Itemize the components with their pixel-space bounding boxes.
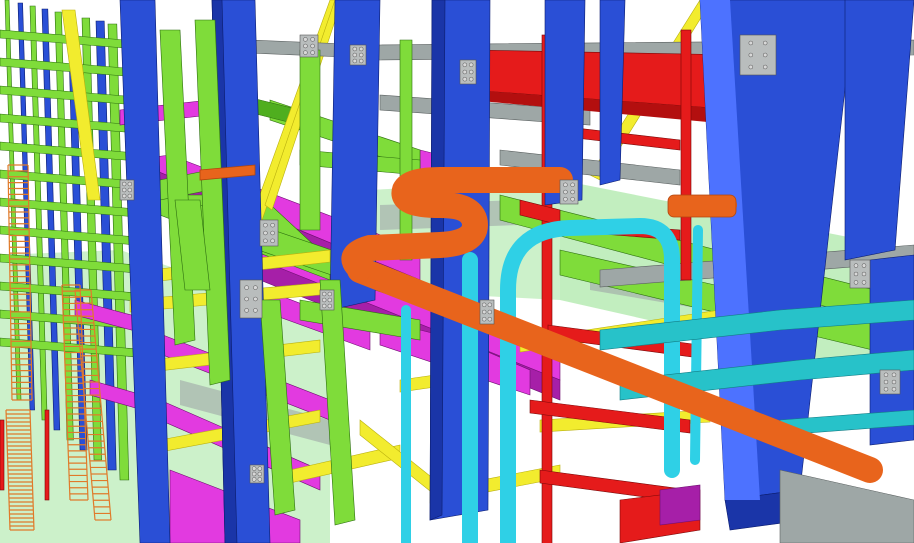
bolt [468, 76, 474, 82]
bolt [358, 52, 364, 58]
bolt [861, 280, 867, 285]
bolt [563, 189, 568, 195]
bolt [263, 230, 268, 236]
bolt [257, 466, 263, 471]
bolt [853, 271, 859, 277]
bolt [244, 308, 249, 313]
bolt [310, 37, 315, 42]
bolt [327, 303, 333, 309]
bolt [121, 193, 127, 199]
bolt [257, 477, 263, 482]
connection-plate [849, 259, 871, 289]
connection-plate [459, 59, 477, 85]
bolt [352, 58, 358, 64]
bolt [748, 40, 754, 46]
bolt [481, 302, 487, 308]
bolt [270, 238, 275, 244]
model-viewport[interactable] [0, 0, 914, 543]
bolt [883, 379, 889, 385]
connection-plate [259, 219, 279, 247]
bolt [303, 37, 308, 42]
bolt [251, 466, 257, 471]
bolt [263, 238, 268, 244]
bolt [481, 316, 487, 322]
bolt [468, 69, 474, 75]
bolt [462, 62, 468, 68]
bolt [327, 297, 333, 303]
bolt [310, 43, 315, 49]
bolt [563, 196, 568, 202]
bolt [352, 46, 358, 52]
bolt [891, 379, 897, 385]
bolt [321, 297, 327, 303]
bolt [327, 291, 333, 297]
bolt [487, 316, 493, 322]
bolt [762, 64, 768, 70]
bolt [303, 43, 308, 49]
bolt [253, 308, 258, 313]
bolt [352, 52, 358, 58]
bolt [251, 477, 257, 482]
bolt [127, 193, 133, 199]
bolt [257, 471, 263, 477]
bolt [468, 62, 474, 68]
bolt [270, 230, 275, 236]
bolt [748, 52, 754, 58]
bolt [253, 296, 258, 302]
bolt [748, 64, 754, 70]
bolt [263, 222, 268, 228]
connection-plate [559, 179, 579, 205]
bolt [244, 296, 249, 302]
bim-steel-structure-render [0, 0, 914, 543]
connection-plate [239, 279, 263, 319]
bolt [762, 40, 768, 46]
connection-plate [739, 34, 777, 76]
connection-plate [879, 369, 901, 395]
bolt [883, 372, 889, 378]
bolt [321, 291, 327, 297]
bolt [253, 285, 258, 290]
bolt [358, 46, 364, 52]
bolt [310, 50, 315, 55]
bolt [570, 196, 575, 202]
bolt [570, 189, 575, 195]
bolt [244, 285, 249, 290]
bolt [891, 386, 897, 392]
bolt [853, 280, 859, 285]
bolt [321, 303, 327, 309]
bolt [462, 69, 468, 75]
bolt [462, 76, 468, 82]
bolt [121, 187, 127, 193]
bolt [270, 222, 275, 228]
bolt [570, 182, 575, 188]
bolt [762, 52, 768, 58]
bolt [853, 263, 859, 268]
bolt [487, 302, 493, 308]
bolt [891, 372, 897, 378]
bolt [481, 309, 487, 315]
bolt [251, 471, 257, 477]
bolt [861, 271, 867, 277]
bolt [861, 263, 867, 268]
connection-plate [349, 44, 367, 66]
bolt [563, 182, 568, 188]
bolt [121, 181, 127, 187]
bolt [487, 309, 493, 315]
bolt [303, 50, 308, 55]
bolt [358, 58, 364, 64]
bolt [127, 181, 133, 187]
connection-plate [299, 34, 319, 58]
bolt [883, 386, 889, 392]
bolt [127, 187, 133, 193]
